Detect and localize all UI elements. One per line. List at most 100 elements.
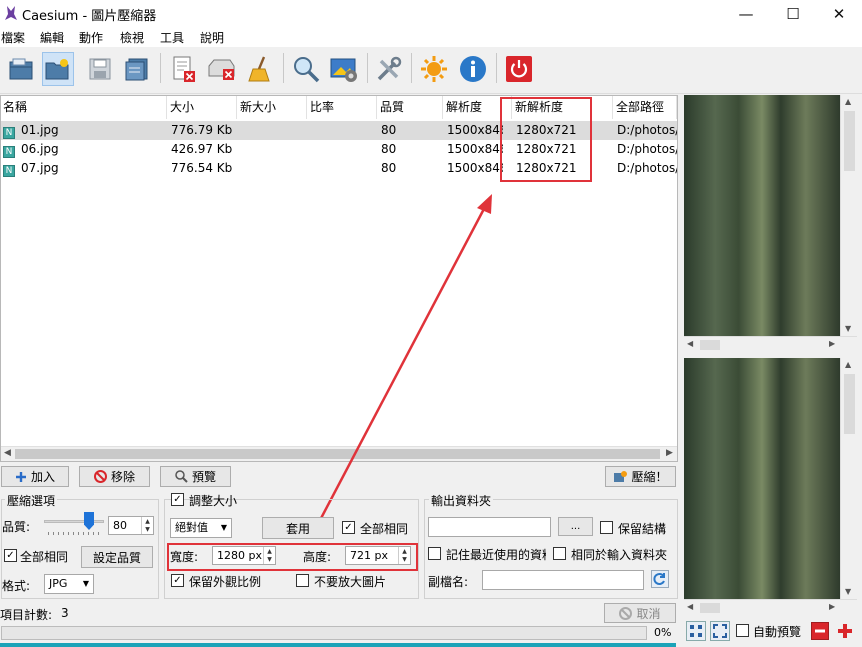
scrollbar-thumb[interactable] <box>700 340 720 350</box>
slider-thumb[interactable] <box>84 512 94 530</box>
close-button[interactable]: ✕ <box>816 0 862 28</box>
scroll-down-icon[interactable]: ▼ <box>845 324 851 333</box>
scroll-down-icon[interactable]: ▼ <box>845 587 851 596</box>
remember-folder-checkbox[interactable] <box>428 547 441 560</box>
toolbar-separator <box>160 53 161 83</box>
keep-structure-checkbox[interactable] <box>600 521 613 534</box>
jpeg-file-icon: N <box>3 146 15 158</box>
output-folder-input[interactable] <box>428 517 551 537</box>
cell-size: 776.54 Kb <box>171 161 233 175</box>
cell-ratio <box>311 140 377 159</box>
resize-mode-select[interactable]: 絕對值 ▼ <box>170 518 232 538</box>
compress-button[interactable]: 壓縮！ <box>605 466 676 487</box>
scroll-left-icon[interactable]: ◀ <box>687 339 693 348</box>
app-logo-icon <box>4 5 18 21</box>
item-count-value: 3 <box>61 606 69 620</box>
cell-new-size <box>241 140 307 159</box>
scrollbar-thumb[interactable] <box>15 449 660 459</box>
sun-icon[interactable] <box>418 52 450 86</box>
auto-preview-checkbox[interactable] <box>736 624 749 637</box>
remove-button[interactable]: 移除 <box>79 466 150 487</box>
quality-value: 80 <box>113 519 127 532</box>
list-horizontal-scrollbar[interactable]: ◀ ▶ <box>1 446 677 461</box>
scroll-left-icon[interactable]: ◀ <box>687 602 693 611</box>
plus-icon <box>15 471 26 482</box>
cancel-button[interactable]: 取消 <box>604 603 676 623</box>
stepper-arrows-icon[interactable]: ▲ ▼ <box>141 517 153 534</box>
scroll-right-icon[interactable]: ▶ <box>829 602 835 611</box>
original-preview-vertical-scrollbar[interactable]: ▲ ▼ <box>840 95 857 336</box>
quality-stepper[interactable]: 80 ▲ ▼ <box>108 516 154 535</box>
refresh-icon[interactable] <box>651 570 669 588</box>
format-select[interactable]: JPG ▼ <box>44 574 94 594</box>
column-header-ratio[interactable]: 比率 <box>308 96 377 119</box>
keep-ratio-checkbox[interactable]: ✓ <box>171 574 184 587</box>
jpeg-file-icon: N <box>3 165 15 177</box>
scroll-up-icon[interactable]: ▲ <box>845 97 851 106</box>
scroll-right-icon[interactable]: ▶ <box>666 448 673 458</box>
preview-icon[interactable] <box>328 52 360 86</box>
same-all-resize-checkbox[interactable]: ✓ <box>342 521 355 534</box>
save-icon[interactable] <box>84 52 116 86</box>
compressed-preview-vertical-scrollbar[interactable]: ▲ ▼ <box>840 358 857 599</box>
column-header-name[interactable]: 名稱 <box>1 96 167 119</box>
scroll-right-icon[interactable]: ▶ <box>829 339 835 348</box>
scrollbar-thumb[interactable] <box>844 111 855 171</box>
zoom-out-icon[interactable] <box>811 622 829 640</box>
browse-button[interactable]: ... <box>558 517 593 536</box>
suffix-input[interactable] <box>482 570 644 590</box>
search-icon[interactable] <box>290 52 322 86</box>
same-all-quality-checkbox[interactable]: ✓ <box>4 549 17 562</box>
resize-label: 調整大小 <box>189 494 238 508</box>
menu-tools[interactable]: 工具 <box>160 29 184 46</box>
set-quality-button[interactable]: 設定品質 <box>81 546 153 568</box>
scrollbar-thumb[interactable] <box>700 603 720 613</box>
apply-button[interactable]: 套用 <box>262 517 334 539</box>
cell-path: D:/photos/ <box>617 142 677 156</box>
remove-item-icon[interactable] <box>167 52 199 86</box>
no-entry-icon <box>93 470 107 483</box>
open-file-icon[interactable] <box>5 52 37 86</box>
menu-file[interactable]: 檔案 <box>1 29 25 46</box>
compressed-preview-horizontal-scrollbar[interactable]: ◀ ▶ <box>684 599 857 615</box>
info-icon[interactable] <box>457 52 489 86</box>
toolbar-separator <box>411 53 412 83</box>
resize-checkbox[interactable]: ✓ <box>171 493 184 506</box>
cell-ratio <box>311 121 377 140</box>
save-list-icon[interactable] <box>121 52 153 86</box>
original-preview-horizontal-scrollbar[interactable]: ◀ ▶ <box>684 336 857 352</box>
open-folder-icon[interactable] <box>42 52 74 86</box>
preview-button[interactable]: 預覽 <box>160 466 231 487</box>
clear-list-icon[interactable] <box>245 52 277 86</box>
add-button[interactable]: 加入 <box>1 466 69 487</box>
menu-edit[interactable]: 編輯 <box>40 29 64 46</box>
remove-button-label: 移除 <box>110 470 135 484</box>
menu-help[interactable]: 說明 <box>200 29 224 46</box>
quality-slider[interactable] <box>44 510 104 538</box>
cell-new-size <box>241 121 307 140</box>
minimize-button[interactable]: — <box>723 0 769 28</box>
keep-ratio-label: 保留外觀比例 <box>189 575 262 589</box>
menu-action[interactable]: 動作 <box>79 29 103 46</box>
column-header-size[interactable]: 大小 <box>168 96 237 119</box>
cell-name: N 01.jpg <box>1 121 167 140</box>
column-header-quality[interactable]: 品質 <box>378 96 443 119</box>
scroll-up-icon[interactable]: ▲ <box>845 360 851 369</box>
settings-icon[interactable] <box>373 52 405 86</box>
menu-view[interactable]: 檢視 <box>120 29 144 46</box>
scrollbar-thumb[interactable] <box>844 374 855 434</box>
actual-size-icon[interactable] <box>710 621 730 641</box>
cell-ratio <box>311 159 377 178</box>
remove-all-icon[interactable] <box>205 52 237 86</box>
fit-view-icon[interactable] <box>686 621 706 641</box>
no-enlarge-checkbox[interactable] <box>296 574 309 587</box>
power-icon[interactable] <box>503 52 535 86</box>
same-as-input-checkbox[interactable] <box>553 547 566 560</box>
scroll-left-icon[interactable]: ◀ <box>4 448 11 458</box>
toolbar-separator <box>496 53 497 83</box>
column-header-full-path[interactable]: 全部路徑 <box>614 96 677 119</box>
zoom-in-icon[interactable] <box>836 622 854 640</box>
cell-resolution: 1500x846 <box>447 142 503 156</box>
column-header-new-size[interactable]: 新大小 <box>238 96 307 119</box>
maximize-button[interactable]: ☐ <box>770 0 816 28</box>
